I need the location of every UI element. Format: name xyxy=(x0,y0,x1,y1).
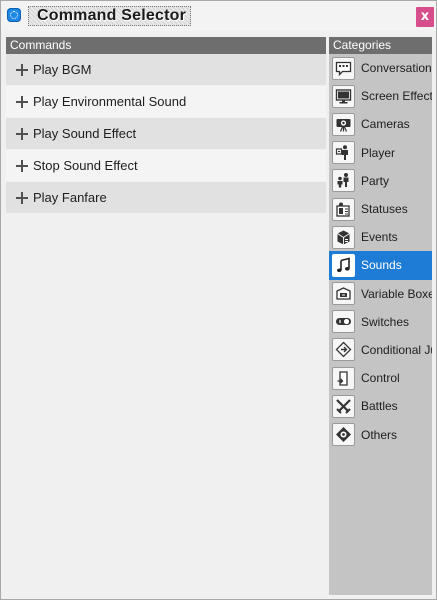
crossed-swords-icon xyxy=(332,394,355,418)
music-note-icon xyxy=(332,253,355,277)
party-icon xyxy=(332,169,355,193)
close-button[interactable]: x xyxy=(416,7,434,27)
categories-header: Categories xyxy=(329,37,432,54)
speech-bubble-icon xyxy=(332,56,355,80)
conditional-jump-icon xyxy=(332,338,355,362)
category-item-events[interactable]: Events xyxy=(329,223,432,251)
category-item-player[interactable]: Player xyxy=(329,139,432,167)
category-item-screen-effects[interactable]: Screen Effects xyxy=(329,82,432,110)
category-item-statuses[interactable]: Statuses xyxy=(329,195,432,223)
category-label: Player xyxy=(361,145,396,160)
categories-panel: Categories Conversation Screen Effects C… xyxy=(329,37,432,595)
category-item-conversation[interactable]: Conversation xyxy=(329,54,432,82)
variable-box-icon xyxy=(332,282,355,306)
events-icon xyxy=(332,225,355,249)
statuses-icon xyxy=(332,197,355,221)
command-item-play-fanfare[interactable]: Play Fanfare xyxy=(6,182,326,213)
category-label: Party xyxy=(361,173,390,188)
plus-icon xyxy=(16,191,28,204)
command-label: Play Sound Effect xyxy=(33,126,137,141)
category-item-party[interactable]: Party xyxy=(329,167,432,195)
category-item-conditional-jumps[interactable]: Conditional Jumps xyxy=(329,336,432,364)
camera-icon xyxy=(332,112,355,136)
category-label: Control xyxy=(361,371,400,386)
category-label: Conditional Jumps xyxy=(361,342,432,357)
category-item-others[interactable]: Others xyxy=(329,420,432,448)
app-icon xyxy=(7,8,21,22)
command-item-play-environmental-sound[interactable]: Play Environmental Sound xyxy=(6,86,326,117)
command-selector-window: Command Selector x Commands Play BGM Pla… xyxy=(0,0,437,600)
category-item-switches[interactable]: Switches xyxy=(329,308,432,336)
plus-icon xyxy=(16,159,28,172)
category-label: Battles xyxy=(361,399,398,414)
category-label: Screen Effects xyxy=(361,89,432,104)
category-label: Cameras xyxy=(361,117,410,132)
category-label: Conversation xyxy=(361,61,432,76)
category-label: Switches xyxy=(361,314,410,329)
command-item-play-sound-effect[interactable]: Play Sound Effect xyxy=(6,118,326,149)
category-label: Others xyxy=(361,427,398,442)
category-item-variable-boxes[interactable]: Variable Boxes xyxy=(329,280,432,308)
command-list: Play BGM Play Environmental Sound Play S… xyxy=(6,54,326,214)
command-label: Play BGM xyxy=(33,62,92,77)
category-item-sounds[interactable]: Sounds xyxy=(329,251,432,280)
command-label: Stop Sound Effect xyxy=(33,158,138,173)
command-item-stop-sound-effect[interactable]: Stop Sound Effect xyxy=(6,150,326,181)
player-icon xyxy=(332,141,355,165)
monitor-icon xyxy=(332,84,355,108)
toggle-switch-icon xyxy=(332,310,355,334)
commands-panel: Commands Play BGM Play Environmental Sou… xyxy=(6,37,326,595)
category-label: Variable Boxes xyxy=(361,286,432,301)
category-label: Sounds xyxy=(361,258,402,273)
command-label: Play Fanfare xyxy=(33,190,107,205)
category-item-control[interactable]: Control xyxy=(329,364,432,392)
command-item-play-bgm[interactable]: Play BGM xyxy=(6,54,326,85)
others-icon xyxy=(332,423,355,447)
window-title: Command Selector xyxy=(37,7,187,24)
title-bar[interactable]: Command Selector x xyxy=(1,1,436,31)
command-label: Play Environmental Sound xyxy=(33,94,187,109)
category-item-battles[interactable]: Battles xyxy=(329,392,432,420)
plus-icon xyxy=(16,95,28,108)
category-label: Statuses xyxy=(361,202,408,217)
category-list: Conversation Screen Effects Cameras Play… xyxy=(329,54,432,449)
category-item-cameras[interactable]: Cameras xyxy=(329,110,432,138)
category-label: Events xyxy=(361,230,398,245)
plus-icon xyxy=(16,63,28,76)
control-icon xyxy=(332,366,355,390)
commands-header: Commands xyxy=(6,37,326,54)
plus-icon xyxy=(16,127,28,140)
